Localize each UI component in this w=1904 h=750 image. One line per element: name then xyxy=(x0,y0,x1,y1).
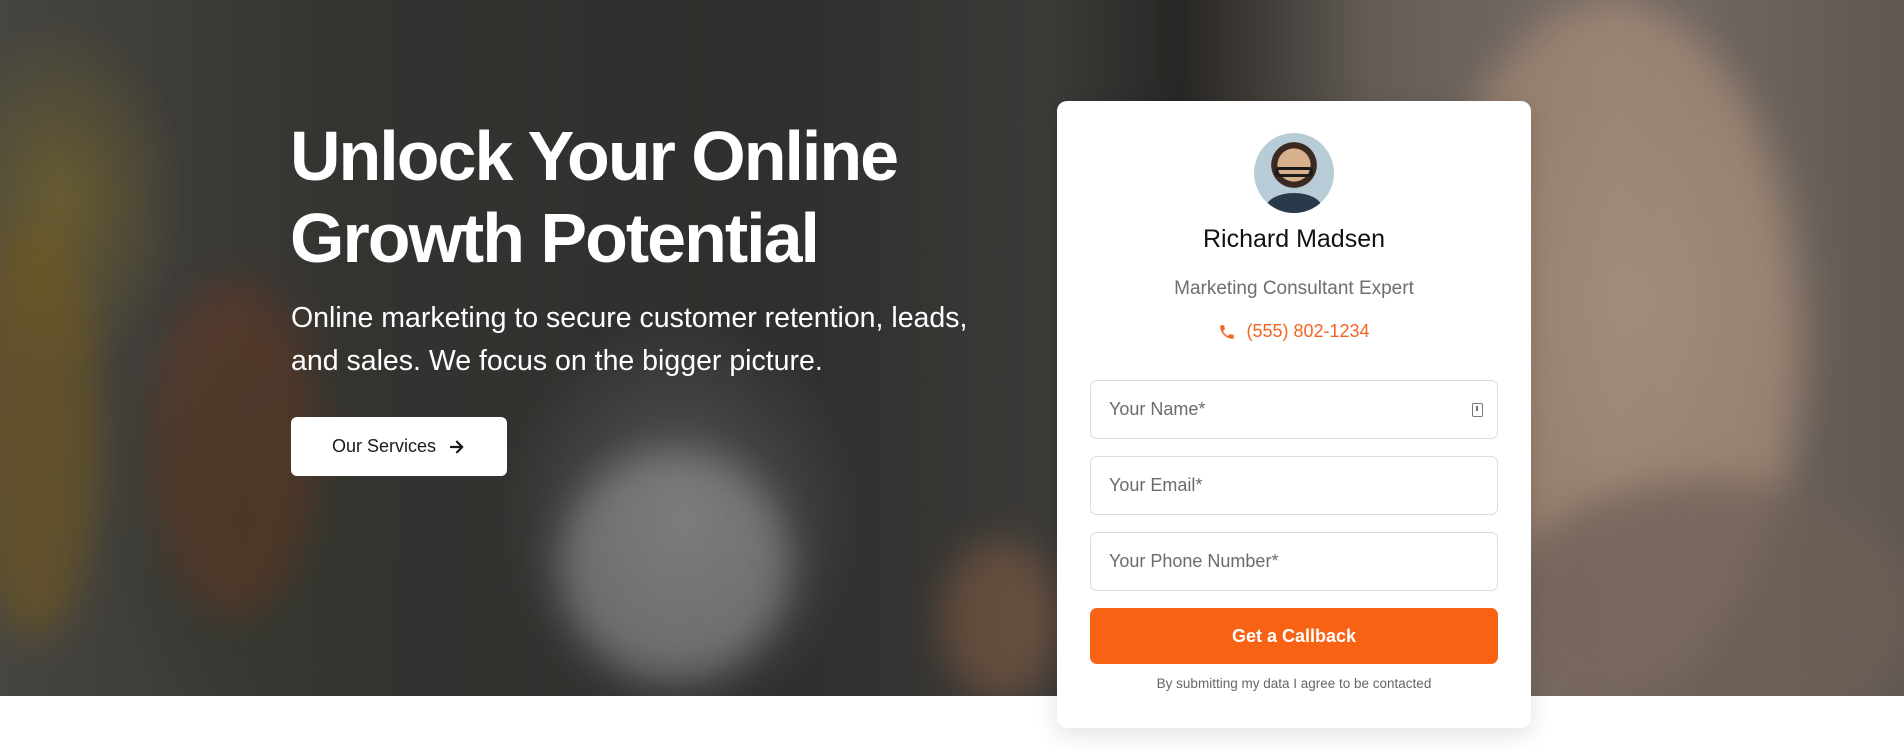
our-services-button[interactable]: Our Services xyxy=(291,417,507,476)
consultant-avatar xyxy=(1254,133,1334,213)
phone-number-input[interactable] xyxy=(1090,532,1498,591)
get-callback-button[interactable]: Get a Callback xyxy=(1090,608,1498,664)
our-services-label: Our Services xyxy=(331,436,437,456)
email-input[interactable] xyxy=(1090,456,1498,515)
hero-title: Unlock Your Online Growth Potential xyxy=(290,117,899,277)
consultant-phone: (555) 802-1234 xyxy=(1246,321,1370,341)
hero-subtitle: Online marketing to secure customer rete… xyxy=(291,302,968,377)
callback-form-card: Richard Madsen Marketing Consultant Expe… xyxy=(1057,101,1531,728)
consultant-phone-link[interactable]: (555) 802-1234 xyxy=(1057,321,1531,342)
name-input[interactable] xyxy=(1090,380,1498,439)
autofill-contact-icon[interactable] xyxy=(1472,403,1483,417)
avatar-glasses xyxy=(1275,167,1313,177)
hero-section: Unlock Your Online Growth Potential Onli… xyxy=(0,0,1904,696)
consultant-role: Marketing Consultant Expert xyxy=(1174,278,1414,299)
avatar-shirt xyxy=(1266,193,1322,213)
phone-icon xyxy=(1220,324,1235,339)
arrow-right-icon xyxy=(449,440,464,453)
consent-note: By submitting my data I agree to be cont… xyxy=(1156,676,1432,691)
consultant-name: Richard Madsen xyxy=(1202,225,1386,253)
